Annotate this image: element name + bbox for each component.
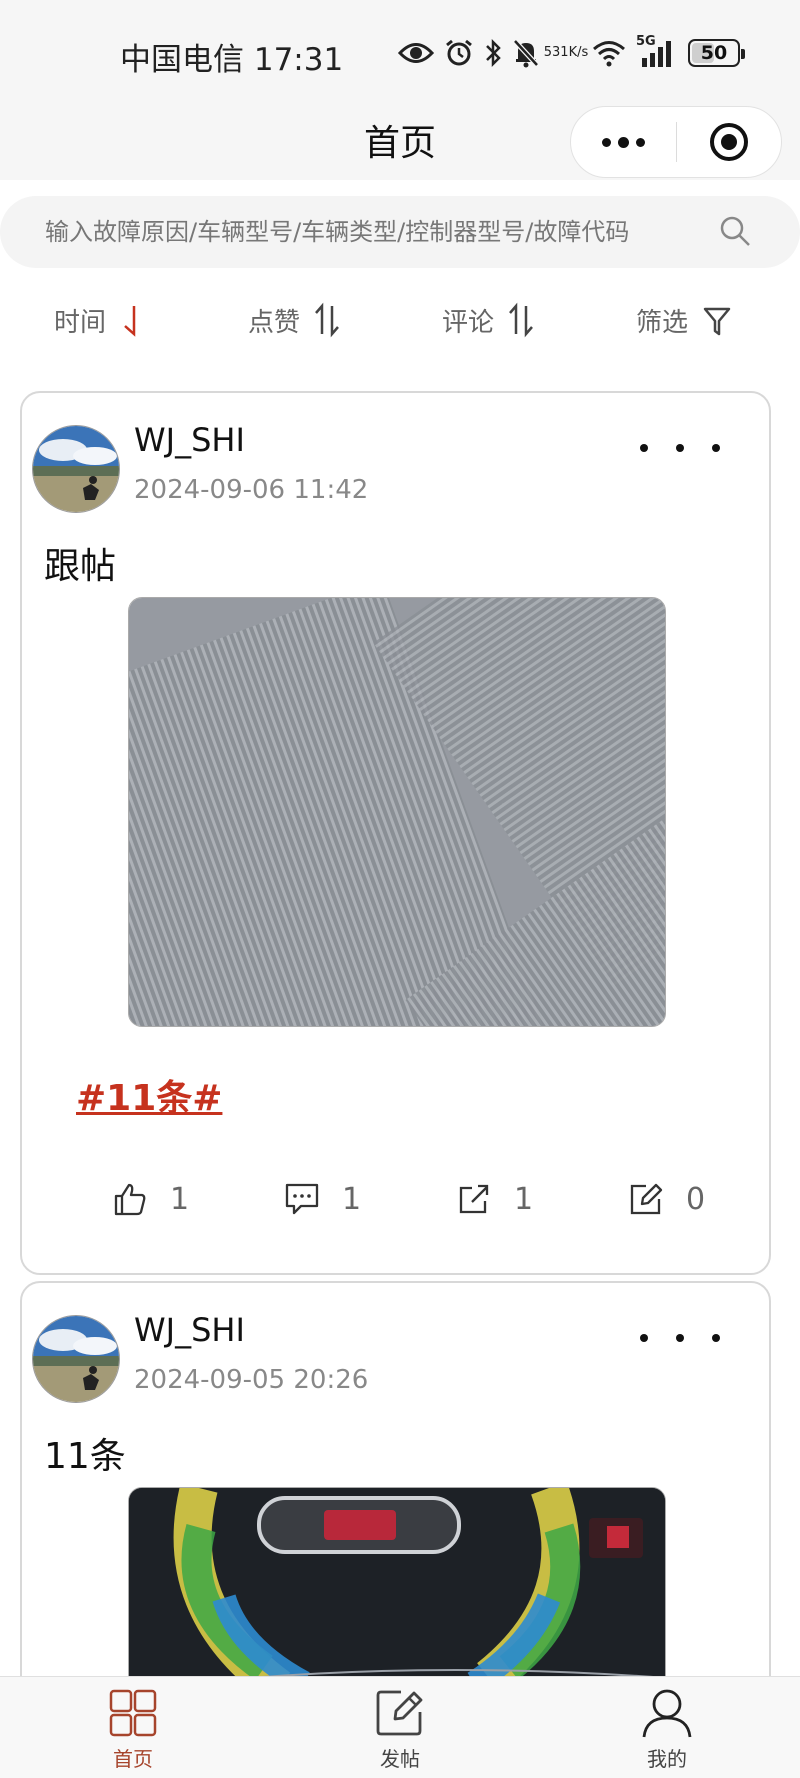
tab-home[interactable]: 首页 (73, 1677, 193, 1778)
more-menu-button[interactable] (571, 106, 676, 178)
more-dot-icon (676, 444, 684, 452)
filter-label: 筛选 (636, 307, 689, 338)
user-icon (641, 1685, 693, 1741)
sort-comments[interactable]: 评论 (442, 290, 534, 350)
like-count: 1 (170, 1181, 190, 1217)
more-dot-icon (617, 136, 629, 148)
author-name[interactable]: WJ_SHI (134, 421, 245, 459)
tab-bar: 首页 发帖 我的 (0, 1676, 800, 1778)
edit-count: 0 (686, 1181, 706, 1217)
wifi-icon (592, 39, 626, 67)
sort-time-label: 时间 (54, 307, 107, 338)
net-speed: 531 K/s (544, 46, 589, 60)
sort-toggle-icon (509, 302, 533, 338)
post-image[interactable] (128, 1487, 666, 1699)
search-bar[interactable]: 输入故障原因/车辆型号/车辆类型/控制器型号/故障代码 (0, 196, 800, 268)
post-card[interactable]: WJ_SHI 2024-09-06 11:42 跟帖 #11条# 1 1 1 0 (20, 391, 771, 1275)
net-speed-unit: K/s (568, 45, 589, 60)
post-image[interactable] (128, 597, 666, 1027)
post-more-button[interactable] (640, 433, 720, 463)
comment-button[interactable]: 1 (284, 1181, 361, 1217)
share-icon (459, 1184, 489, 1214)
target-icon (709, 123, 748, 161)
eye-icon (398, 40, 434, 66)
sort-likes-label: 点赞 (248, 307, 301, 338)
edit-button[interactable]: 0 (628, 1181, 705, 1217)
search-icon[interactable] (718, 214, 752, 252)
mute-icon (512, 38, 540, 68)
like-button[interactable]: 1 (112, 1181, 189, 1217)
status-icons: 531 K/s 5G 50 (398, 34, 745, 70)
author-name[interactable]: WJ_SHI (134, 1311, 245, 1349)
comment-count: 1 (342, 1181, 362, 1217)
tab-mine[interactable]: 我的 (607, 1677, 727, 1778)
more-dot-icon (676, 1334, 684, 1342)
tab-post[interactable]: 发帖 (340, 1677, 460, 1778)
sort-time[interactable]: 时间 (54, 290, 142, 350)
more-dot-icon (640, 444, 648, 452)
sort-desc-icon (124, 306, 136, 337)
share-button[interactable]: 1 (456, 1181, 533, 1217)
more-dot-icon (640, 1334, 648, 1342)
post-text: 11条 (44, 1436, 126, 1477)
sort-likes[interactable]: 点赞 (248, 290, 340, 350)
search-input[interactable]: 输入故障原因/车辆型号/车辆类型/控制器型号/故障代码 (45, 212, 629, 247)
more-dot-icon (601, 137, 611, 147)
more-dot-icon (635, 137, 645, 147)
avatar[interactable] (32, 425, 120, 513)
battery-icon: 50 (688, 39, 745, 67)
filter-icon (703, 307, 731, 336)
share-count: 1 (514, 1181, 534, 1217)
comment-icon (285, 1183, 319, 1215)
network-type: 5G (636, 34, 656, 49)
sort-comments-label: 评论 (442, 307, 495, 338)
home-grid-icon (108, 1685, 158, 1741)
topic-tag[interactable]: #11条# (76, 1069, 222, 1121)
net-speed-value: 531 (543, 45, 569, 60)
battery-level: 50 (700, 42, 728, 64)
post-more-button[interactable] (640, 1323, 720, 1353)
avatar[interactable] (32, 1315, 120, 1403)
alarm-icon (444, 38, 474, 68)
bluetooth-icon (484, 38, 502, 68)
nav-header: 首页 (0, 106, 800, 180)
edit-icon (630, 1183, 663, 1215)
tab-mine-label: 我的 (647, 1747, 687, 1771)
signal-icon: 5G (636, 34, 674, 68)
status-bar: 中国电信 17:31 531 K/s 5G 50 (0, 0, 800, 106)
tab-home-label: 首页 (113, 1747, 153, 1771)
more-dot-icon (712, 1334, 720, 1342)
tab-post-label: 发帖 (380, 1747, 420, 1771)
mini-program-capsule (570, 106, 782, 178)
more-dot-icon (712, 444, 720, 452)
sort-toggle-icon (315, 302, 339, 338)
filter-button[interactable]: 筛选 (636, 290, 732, 350)
post-card[interactable]: WJ_SHI 2024-09-05 20:26 11条 (20, 1281, 771, 1701)
post-time: 2024-09-06 11:42 (134, 475, 369, 505)
thumbs-up-icon (114, 1183, 146, 1216)
post-text: 跟帖 (44, 546, 117, 587)
post-time: 2024-09-05 20:26 (134, 1365, 369, 1395)
sort-bar: 时间 点赞 评论 筛选 (0, 290, 800, 350)
compose-icon (375, 1685, 425, 1741)
close-mini-program-button[interactable] (677, 106, 782, 178)
carrier-time: 中国电信 17:31 (120, 42, 344, 78)
